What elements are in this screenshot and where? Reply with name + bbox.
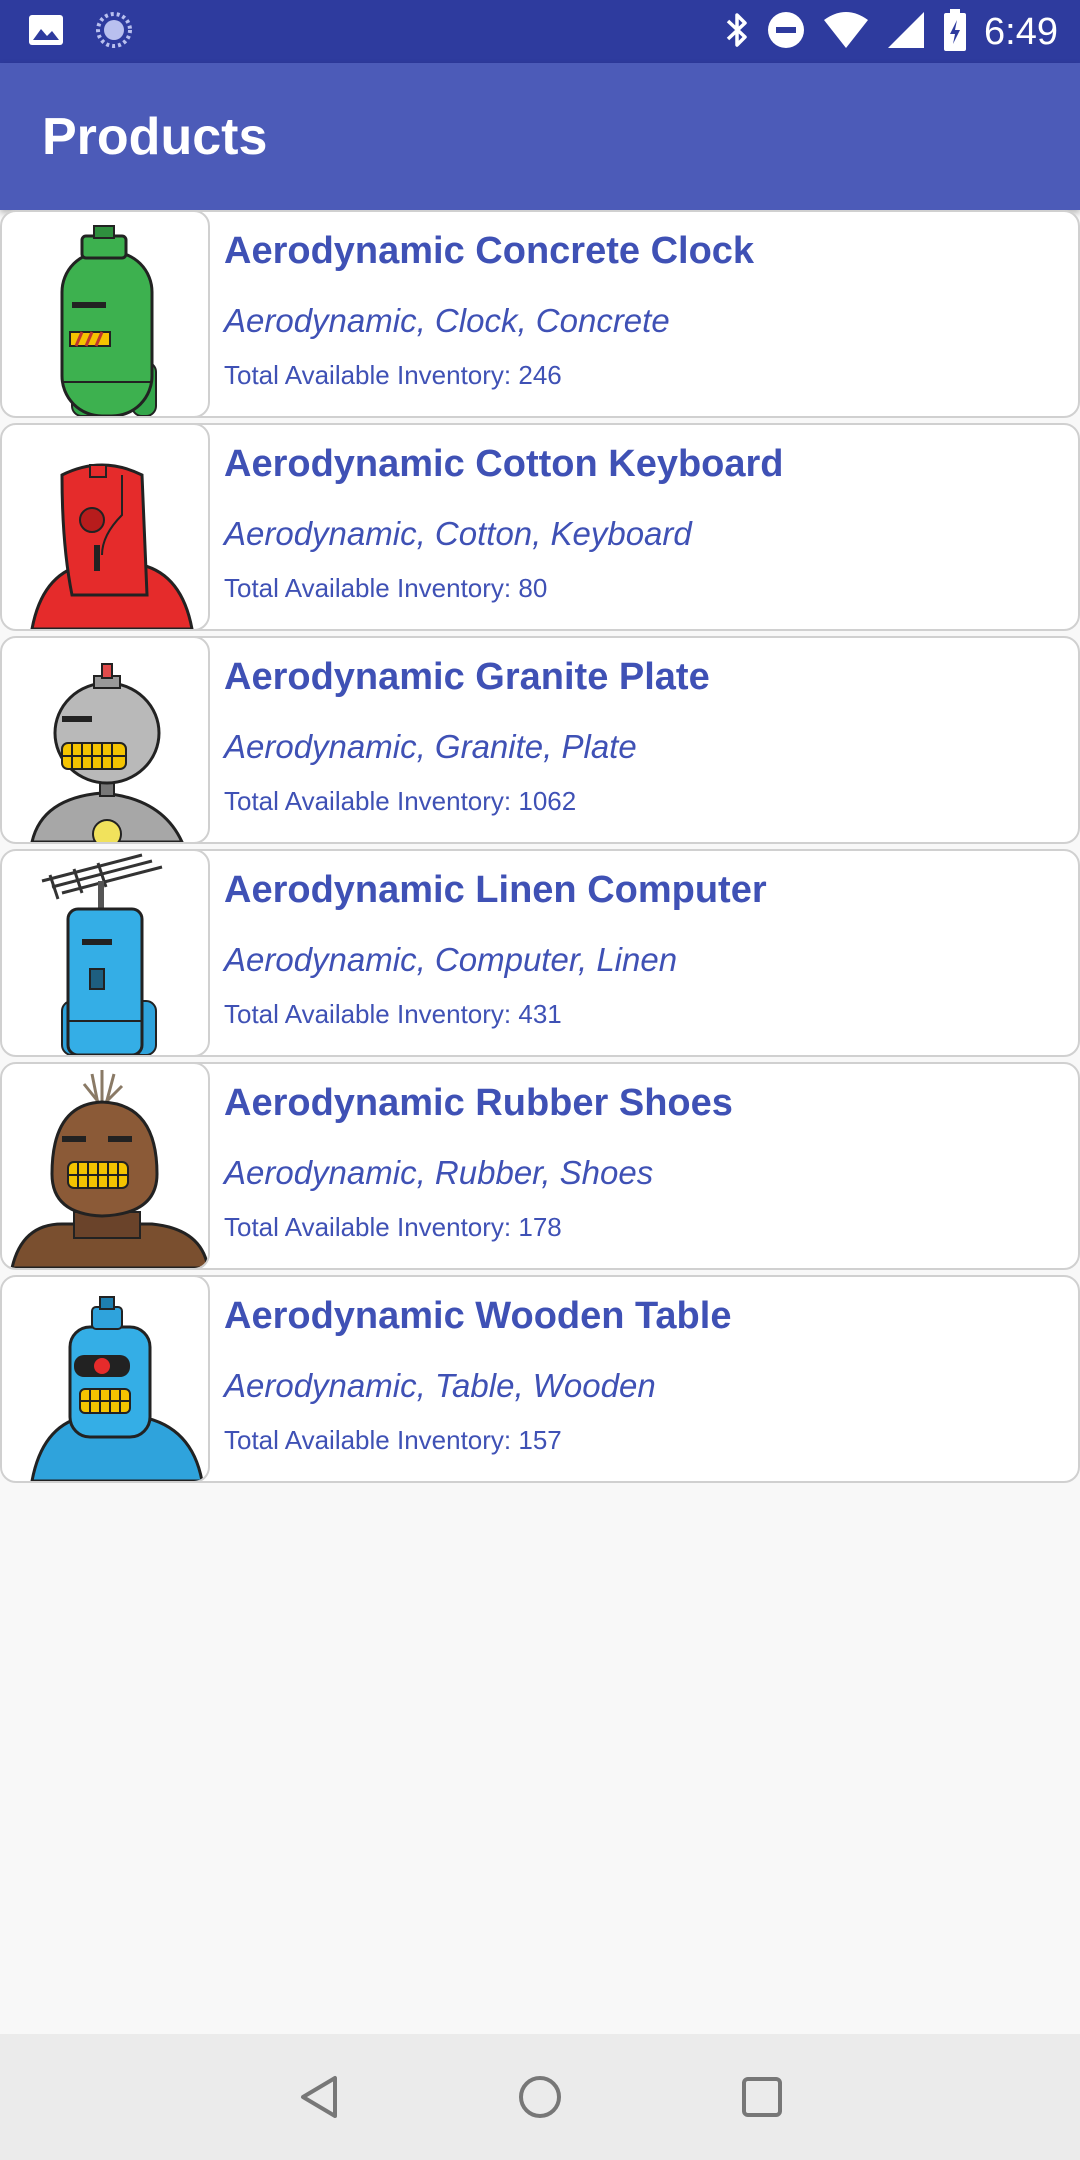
blue-robot-icon — [30, 1296, 204, 1481]
signal-icon — [886, 10, 926, 55]
back-button[interactable] — [285, 2062, 355, 2132]
product-tags: Aerodynamic, Granite, Plate — [224, 728, 637, 765]
product-tags: Aerodynamic, Table, Wooden — [224, 1367, 656, 1404]
status-bar-right: 6:49 — [724, 6, 1058, 58]
product-card[interactable]: Aerodynamic Granite Plate Aerodynamic, G… — [0, 636, 1080, 844]
product-name: Aerodynamic Rubber Shoes — [224, 1082, 733, 1124]
product-name: Aerodynamic Wooden Table — [224, 1295, 732, 1337]
product-name: Aerodynamic Cotton Keyboard — [224, 443, 784, 485]
blue-antenna-robot-icon — [41, 853, 163, 1055]
app-bar: Products — [0, 63, 1080, 210]
do-not-disturb-icon — [766, 10, 806, 55]
bluetooth-icon — [724, 10, 750, 55]
sync-icon — [94, 10, 134, 55]
product-image — [2, 1064, 210, 1268]
red-robot-icon — [30, 463, 194, 629]
home-icon — [519, 2076, 561, 2118]
product-card[interactable]: Aerodynamic Concrete Clock Aerodynamic, … — [0, 210, 1080, 418]
product-card[interactable]: Aerodynamic Rubber Shoes Aerodynamic, Ru… — [0, 1062, 1080, 1270]
product-tags: Aerodynamic, Cotton, Keyboard — [224, 515, 692, 552]
green-robot-icon — [60, 225, 157, 416]
image-icon — [28, 14, 64, 51]
page-title: Products — [42, 108, 268, 166]
product-image — [2, 425, 210, 629]
wifi-icon — [822, 10, 870, 55]
product-name: Aerodynamic Linen Computer — [224, 869, 767, 911]
recents-button[interactable] — [727, 2062, 797, 2132]
product-inventory: Total Available Inventory: 80 — [224, 573, 548, 603]
product-inventory: Total Available Inventory: 246 — [224, 360, 562, 390]
product-tags: Aerodynamic, Clock, Concrete — [224, 302, 670, 339]
product-inventory: Total Available Inventory: 178 — [224, 1212, 562, 1242]
product-list: Aerodynamic Concrete Clock Aerodynamic, … — [0, 210, 1080, 1488]
product-card[interactable]: Aerodynamic Cotton Keyboard Aerodynamic,… — [0, 423, 1080, 631]
product-image — [2, 1277, 210, 1481]
back-icon — [301, 2076, 337, 2118]
product-name: Aerodynamic Granite Plate — [224, 656, 710, 698]
battery-charging-icon — [942, 8, 968, 57]
product-image — [2, 851, 210, 1055]
status-bar: 6:49 — [0, 0, 1080, 63]
status-clock: 6:49 — [984, 10, 1058, 53]
status-bar-left — [28, 10, 134, 54]
navigation-bar — [0, 2034, 1080, 2160]
product-name: Aerodynamic Concrete Clock — [224, 230, 755, 272]
home-button[interactable] — [505, 2062, 575, 2132]
product-inventory: Total Available Inventory: 431 — [224, 999, 562, 1029]
product-tags: Aerodynamic, Rubber, Shoes — [224, 1154, 654, 1191]
product-tags: Aerodynamic, Computer, Linen — [224, 941, 678, 978]
product-image — [2, 212, 210, 416]
product-inventory: Total Available Inventory: 1062 — [224, 786, 577, 816]
product-card[interactable]: Aerodynamic Linen Computer Aerodynamic, … — [0, 849, 1080, 1057]
gray-robot-icon — [30, 663, 184, 842]
product-inventory: Total Available Inventory: 157 — [224, 1425, 562, 1455]
brown-robot-icon — [10, 1070, 208, 1268]
recents-icon — [742, 2077, 782, 2117]
product-card[interactable]: Aerodynamic Wooden Table Aerodynamic, Ta… — [0, 1275, 1080, 1483]
product-image — [2, 638, 210, 842]
